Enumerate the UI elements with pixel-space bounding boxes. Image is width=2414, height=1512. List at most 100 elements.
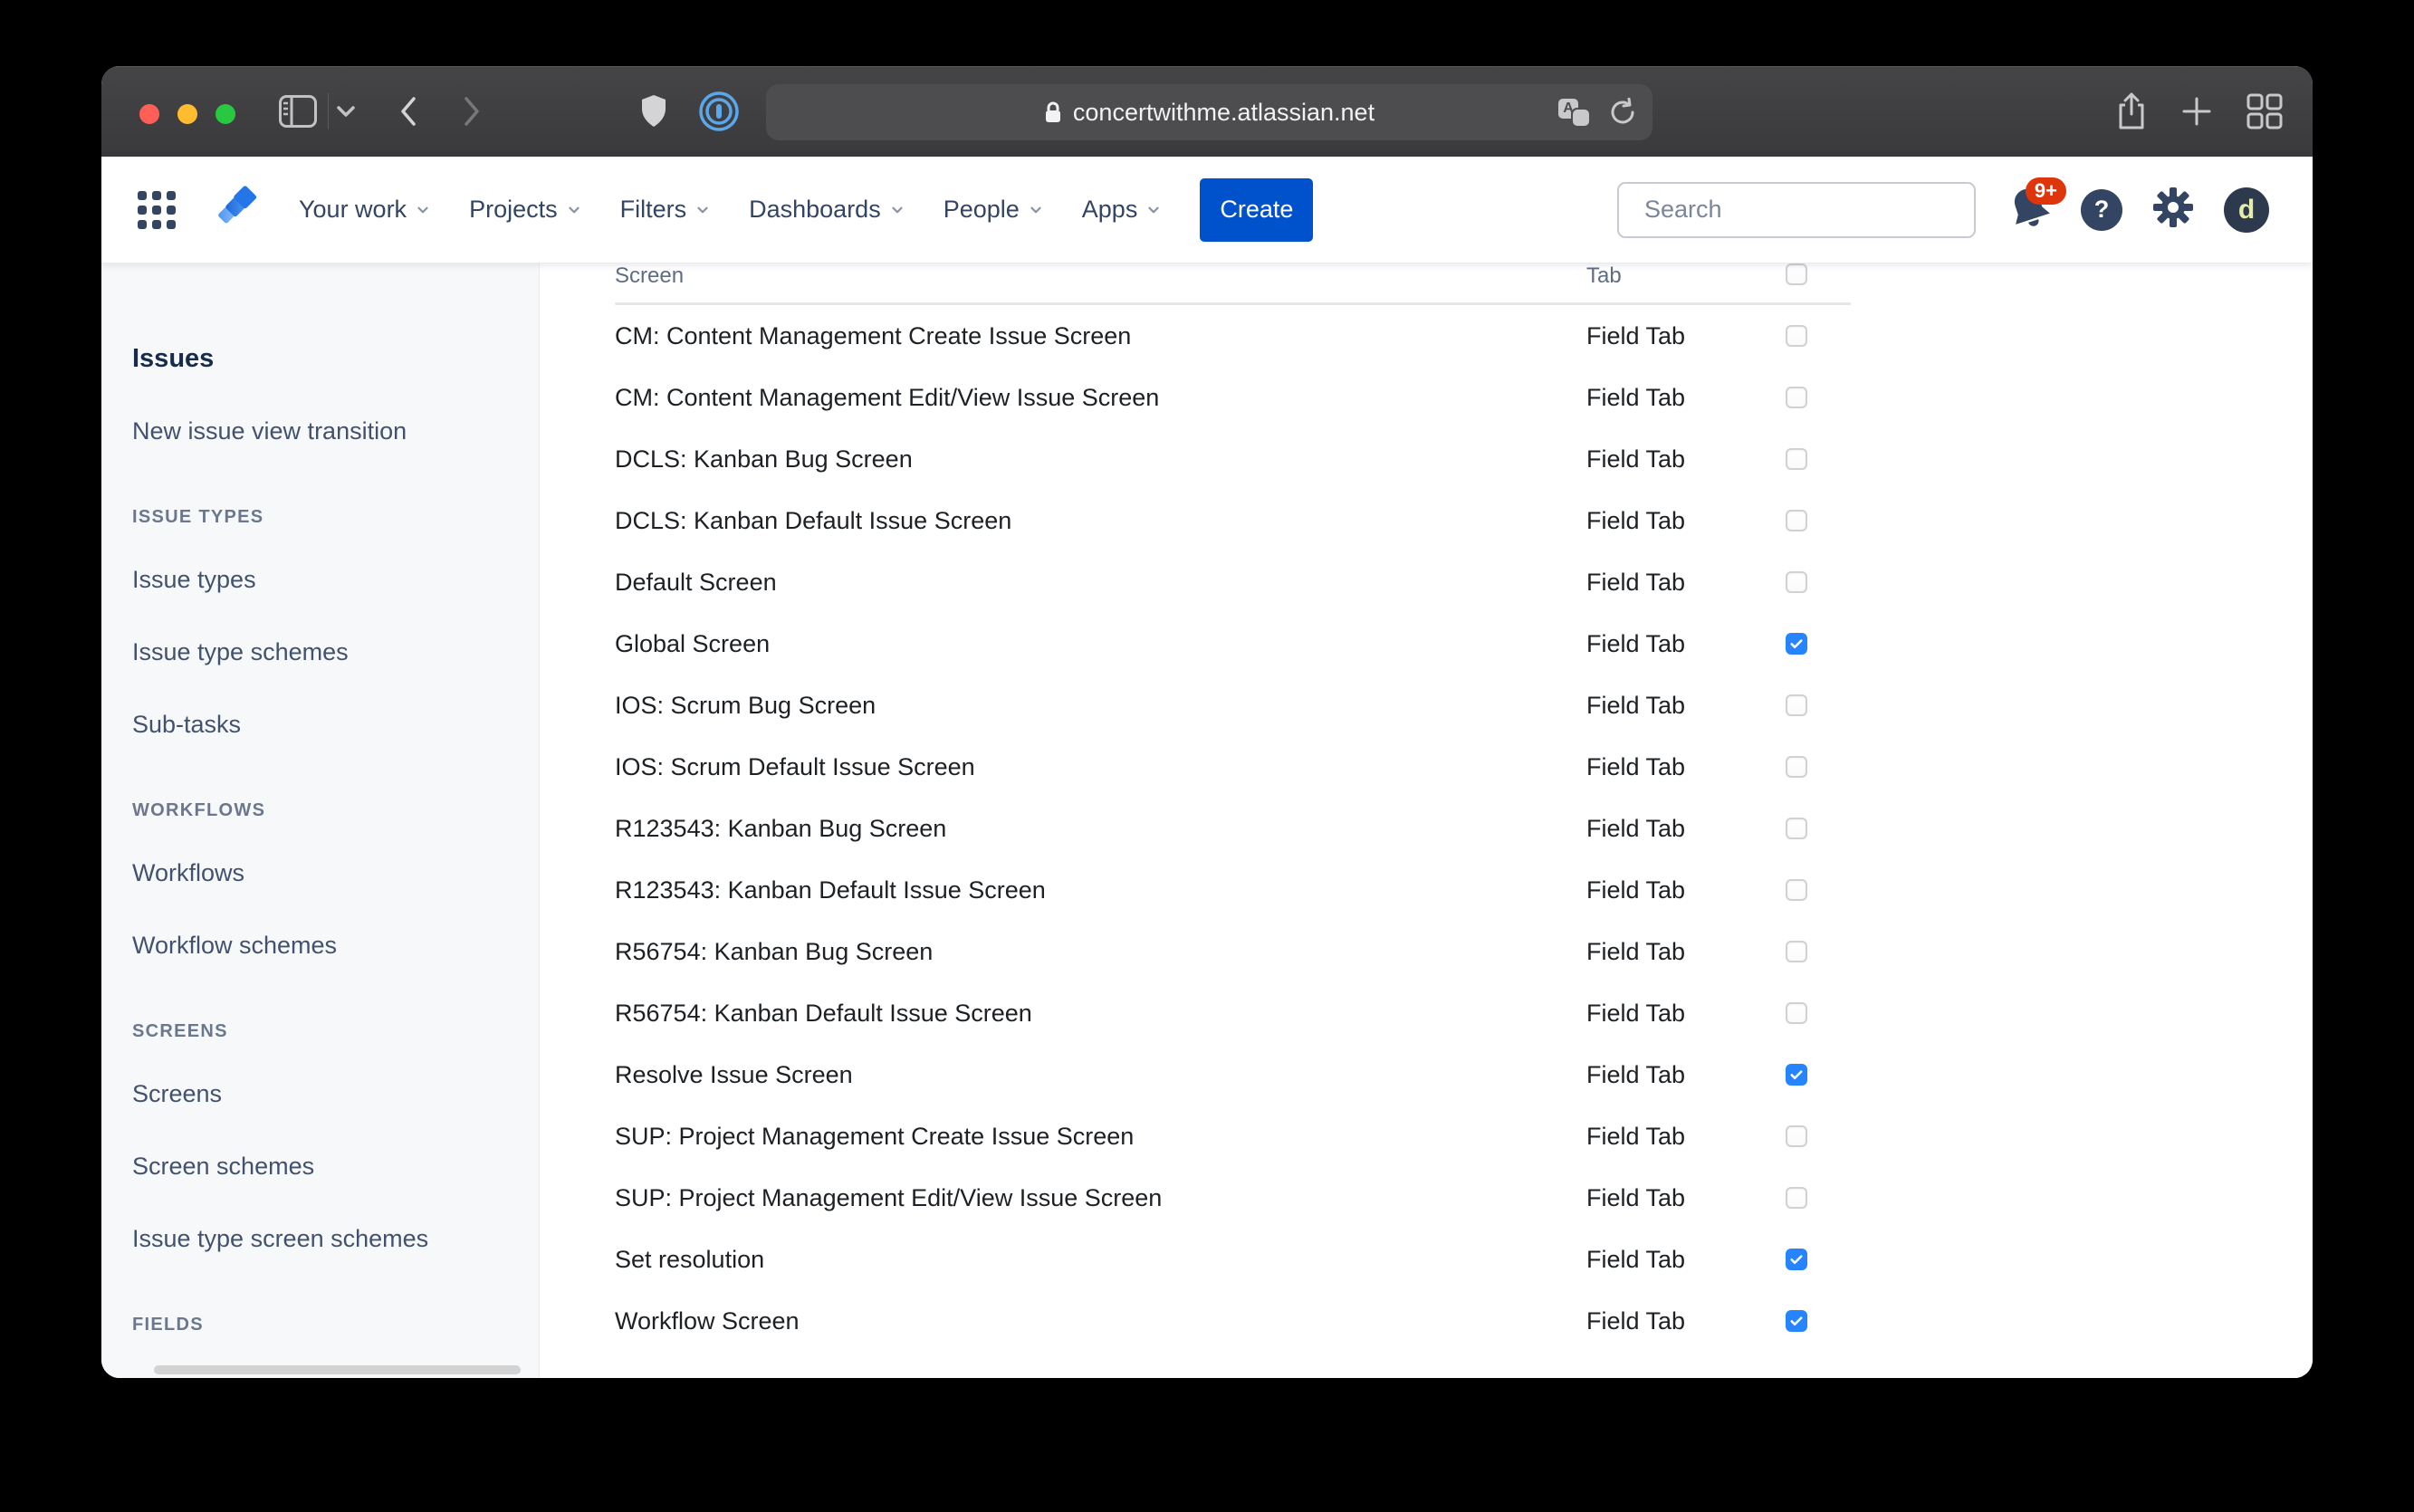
lock-icon [1044, 100, 1062, 124]
row-checkbox[interactable] [1786, 941, 1807, 962]
chevron-down-icon [889, 202, 905, 218]
row-tab-name: Field Tab [1586, 1000, 1786, 1028]
row-checkbox[interactable] [1786, 1064, 1807, 1086]
nav-item-your-work[interactable]: Your work [299, 196, 431, 224]
chevron-down-icon [1028, 202, 1044, 218]
sidebar-item-issue-type-schemes[interactable]: Issue type schemes [132, 634, 539, 670]
row-checkbox[interactable] [1786, 694, 1807, 716]
table-row: Default Screen Field Tab [615, 551, 1851, 613]
chevron-down-icon [695, 202, 711, 218]
window-titlebar[interactable]: concertwithme.atlassian.net A [101, 66, 2313, 157]
row-screen-name: IOS: Scrum Bug Screen [615, 692, 1586, 720]
help-icon[interactable]: ? [2081, 189, 2122, 231]
user-avatar[interactable]: d [2224, 187, 2269, 233]
translate-icon[interactable]: A [1558, 99, 1589, 126]
table-row: R56754: Kanban Bug Screen Field Tab [615, 921, 1851, 982]
row-checkbox[interactable] [1786, 1310, 1807, 1332]
sidebar-item-issue-type-screen-schemes[interactable]: Issue type screen schemes [132, 1220, 539, 1257]
row-checkbox[interactable] [1786, 633, 1807, 655]
sidebar-item-new-issue-view-transition[interactable]: New issue view transition [132, 413, 539, 449]
sidebar-item-issue-types[interactable]: Issue types [132, 561, 539, 598]
table-row: R123543: Kanban Default Issue Screen Fie… [615, 859, 1851, 921]
url-text: concertwithme.atlassian.net [1073, 99, 1375, 127]
new-tab-icon[interactable] [2179, 66, 2215, 157]
row-checkbox[interactable] [1786, 448, 1807, 470]
search-input[interactable] [1643, 195, 1967, 225]
row-screen-name: DCLS: Kanban Default Issue Screen [615, 507, 1586, 535]
app-switcher-icon[interactable] [138, 191, 176, 229]
zoom-window-button[interactable] [216, 104, 235, 124]
notifications-bell-icon[interactable]: 9+ [2005, 185, 2052, 235]
row-tab-name: Field Tab [1586, 1307, 1786, 1335]
chevron-down-icon [1145, 202, 1162, 218]
reload-icon[interactable] [1609, 98, 1636, 127]
row-checkbox[interactable] [1786, 1187, 1807, 1209]
row-tab-name: Field Tab [1586, 384, 1786, 412]
row-screen-name: Workflow Screen [615, 1307, 1586, 1335]
sidebar-scrollbar[interactable] [154, 1365, 521, 1374]
jira-navbar: Your work Projects Filters Dashboards Pe… [101, 157, 2313, 263]
row-checkbox[interactable] [1786, 571, 1807, 593]
sidebar-item-screen-schemes[interactable]: Screen schemes [132, 1148, 539, 1184]
sidebar-item-workflow-schemes[interactable]: Workflow schemes [132, 927, 539, 963]
sidebar-item-screens[interactable]: Screens [132, 1076, 539, 1112]
row-checkbox[interactable] [1786, 325, 1807, 347]
sidebar-items: New issue view transition ISSUE TYPES Issu… [132, 413, 539, 1336]
desktop-background: concertwithme.atlassian.net A [0, 0, 2414, 1512]
row-checkbox[interactable] [1786, 387, 1807, 408]
table-row: SUP: Project Management Edit/View Issue … [615, 1167, 1851, 1229]
url-field[interactable]: concertwithme.atlassian.net A [766, 84, 1652, 140]
forward-icon[interactable] [460, 66, 484, 157]
table-row: R56754: Kanban Default Issue Screen Fiel… [615, 982, 1851, 1044]
row-screen-name: Set resolution [615, 1246, 1586, 1274]
password-manager-icon[interactable] [695, 66, 742, 157]
table-row: CM: Content Management Edit/View Issue S… [615, 367, 1851, 428]
select-all-checkbox[interactable] [1786, 263, 1807, 285]
tab-overview-icon[interactable] [2244, 66, 2285, 157]
table-row: SUP: Project Management Create Issue Scr… [615, 1105, 1851, 1167]
sidebar-section-workflows: WORKFLOWS [132, 799, 539, 822]
row-checkbox[interactable] [1786, 510, 1807, 531]
row-checkbox[interactable] [1786, 879, 1807, 901]
share-icon[interactable] [2113, 66, 2150, 157]
row-screen-name: IOS: Scrum Default Issue Screen [615, 753, 1586, 781]
row-screen-name: R56754: Kanban Bug Screen [615, 938, 1586, 966]
row-screen-name: Default Screen [615, 569, 1586, 597]
row-tab-name: Field Tab [1586, 1061, 1786, 1089]
nav-item-dashboards[interactable]: Dashboards [749, 196, 905, 224]
create-button[interactable]: Create [1200, 178, 1313, 242]
row-screen-name: Global Screen [615, 630, 1586, 658]
row-tab-name: Field Tab [1586, 445, 1786, 474]
settings-gear-icon[interactable] [2151, 186, 2195, 234]
nav-item-filters[interactable]: Filters [620, 196, 712, 224]
row-screen-name: CM: Content Management Edit/View Issue S… [615, 384, 1586, 412]
nav-item-projects[interactable]: Projects [469, 196, 582, 224]
back-icon[interactable] [397, 66, 420, 157]
row-checkbox[interactable] [1786, 1002, 1807, 1024]
chevron-down-icon[interactable] [335, 66, 357, 157]
privacy-shield-icon[interactable] [637, 66, 670, 157]
search-box[interactable] [1617, 182, 1976, 238]
row-tab-name: Field Tab [1586, 1246, 1786, 1274]
row-screen-name: DCLS: Kanban Bug Screen [615, 445, 1586, 474]
row-checkbox[interactable] [1786, 1125, 1807, 1147]
sidebar-item-workflows[interactable]: Workflows [132, 855, 539, 891]
sidebar-section-screens: SCREENS [132, 1019, 539, 1043]
row-checkbox[interactable] [1786, 1249, 1807, 1270]
sidebar-toggle-icon[interactable] [277, 66, 319, 157]
sidebar-section-issue-types: ISSUE TYPES [132, 505, 539, 529]
table-row: Set resolution Field Tab [615, 1229, 1851, 1290]
close-window-button[interactable] [139, 104, 159, 124]
row-screen-name: R123543: Kanban Default Issue Screen [615, 876, 1586, 904]
sidebar-item-sub-tasks[interactable]: Sub-tasks [132, 706, 539, 742]
nav-item-apps[interactable]: Apps [1082, 196, 1163, 224]
nav-item-people[interactable]: People [944, 196, 1044, 224]
row-tab-name: Field Tab [1586, 753, 1786, 781]
row-checkbox[interactable] [1786, 818, 1807, 839]
minimize-window-button[interactable] [177, 104, 197, 124]
row-checkbox[interactable] [1786, 756, 1807, 778]
row-tab-name: Field Tab [1586, 815, 1786, 843]
jira-logo[interactable] [214, 182, 261, 237]
row-tab-name: Field Tab [1586, 1123, 1786, 1151]
table-row: DCLS: Kanban Bug Screen Field Tab [615, 428, 1851, 490]
